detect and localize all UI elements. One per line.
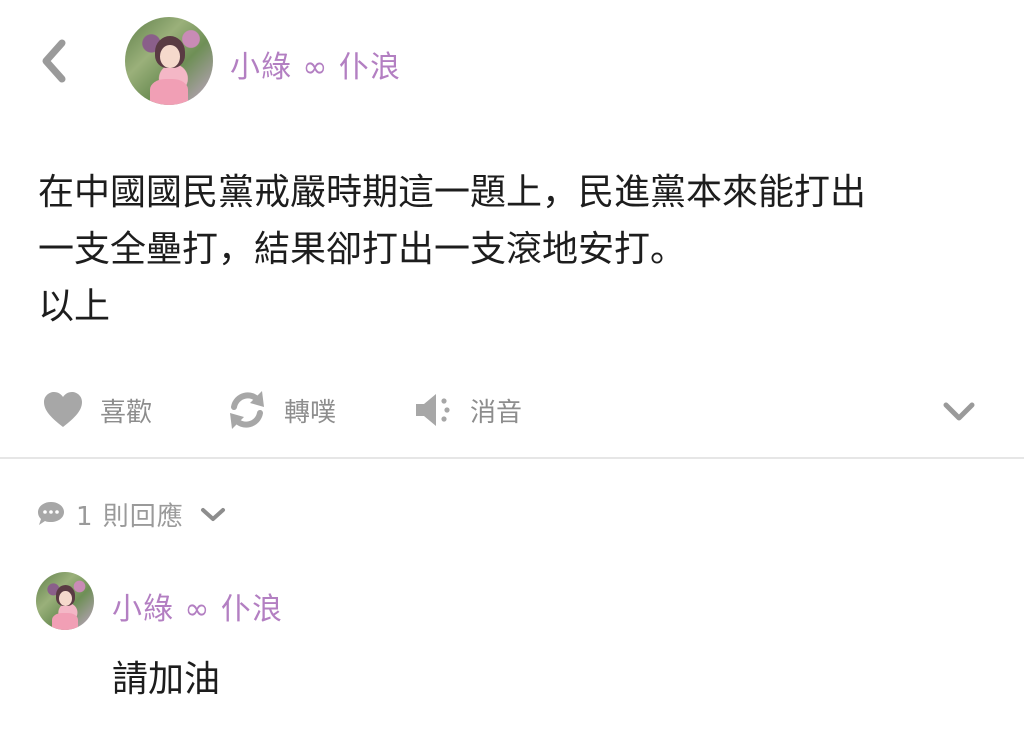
divider bbox=[0, 457, 1024, 459]
post-header: 小綠 ∞ 仆浪 bbox=[0, 0, 1024, 130]
post-line: 以上 bbox=[38, 286, 111, 327]
replurk-label: 轉噗 bbox=[284, 397, 337, 428]
action-bar: 喜歡 轉噗 消音 bbox=[0, 380, 1024, 440]
speech-bubble-icon bbox=[38, 502, 64, 525]
like-button[interactable]: 喜歡 bbox=[42, 388, 152, 432]
speaker-mute-icon bbox=[416, 394, 450, 426]
chevron-down-icon bbox=[943, 402, 975, 421]
post-content: 在中國國民黨戒嚴時期這一題上，民進黨本來能打出 一支全壘打，結果卻打出一支滾地安… bbox=[38, 164, 988, 335]
more-options-button[interactable] bbox=[942, 396, 976, 426]
chevron-left-icon bbox=[42, 39, 66, 83]
post-author-name[interactable]: 小綠 ∞ 仆浪 bbox=[230, 42, 401, 86]
mute-button[interactable]: 消音 bbox=[414, 388, 522, 432]
reply-author-name[interactable]: 小綠 ∞ 仆浪 bbox=[112, 584, 283, 628]
avatar[interactable] bbox=[125, 17, 213, 105]
chevron-down-icon bbox=[200, 508, 225, 521]
mute-label: 消音 bbox=[470, 397, 523, 428]
reply-text: 請加油 bbox=[112, 659, 221, 700]
post-line: 在中國國民黨戒嚴時期這一題上，民進黨本來能打出 bbox=[38, 172, 867, 213]
post-line: 一支全壘打，結果卻打出一支滾地安打。 bbox=[38, 229, 687, 270]
back-button[interactable] bbox=[34, 38, 74, 84]
plurk-thread-page: 小綠 ∞ 仆浪 在中國國民黨戒嚴時期這一題上，民進黨本來能打出 一支全壘打，結果… bbox=[0, 0, 1024, 755]
heart-icon bbox=[44, 392, 82, 427]
reply-count-toggle[interactable]: 1 則回應 bbox=[36, 494, 228, 534]
reply-avatar[interactable] bbox=[36, 572, 94, 630]
reply-count-label: 1 則回應 bbox=[76, 501, 184, 532]
like-label: 喜歡 bbox=[100, 397, 153, 428]
replurk-button[interactable]: 轉噗 bbox=[226, 388, 336, 432]
refresh-icon bbox=[230, 391, 264, 429]
